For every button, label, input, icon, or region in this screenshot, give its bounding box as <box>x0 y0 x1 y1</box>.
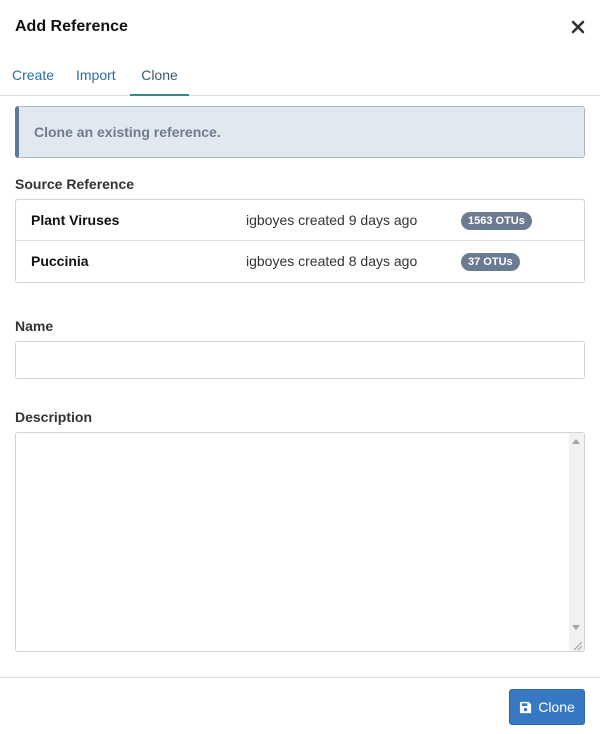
add-reference-modal: Add Reference Create Import Clone Clone … <box>0 0 600 734</box>
tab-create[interactable]: Create <box>12 56 54 96</box>
scroll-up-arrow-icon[interactable] <box>572 439 580 444</box>
clone-button-label: Clone <box>538 699 575 715</box>
modal-header: Add Reference <box>0 0 600 56</box>
reference-item-puccinia[interactable]: Puccinia igboyes created 8 days ago 37 O… <box>16 241 584 282</box>
modal-title: Add Reference <box>15 18 128 35</box>
otu-count-badge: 1563 OTUs <box>461 212 532 230</box>
reference-meta: igboyes created 8 days ago <box>246 253 418 269</box>
tab-clone[interactable]: Clone <box>130 56 189 96</box>
reference-meta: igboyes created 9 days ago <box>246 212 418 228</box>
description-textarea[interactable] <box>16 433 569 651</box>
otu-count-badge: 37 OTUs <box>461 253 520 271</box>
tab-import[interactable]: Import <box>76 56 116 96</box>
name-label: Name <box>15 318 54 334</box>
scroll-down-arrow-icon[interactable] <box>572 625 580 630</box>
modal-footer: Clone <box>0 677 600 734</box>
reference-item-plant-viruses[interactable]: Plant Viruses igboyes created 9 days ago… <box>16 200 584 241</box>
info-alert: Clone an existing reference. <box>15 106 585 158</box>
close-icon[interactable] <box>570 19 586 35</box>
description-label: Description <box>15 409 93 425</box>
name-input[interactable] <box>15 341 585 379</box>
tab-bar: Create Import Clone <box>0 56 600 96</box>
source-reference-label: Source Reference <box>15 176 135 192</box>
save-icon <box>520 701 532 713</box>
scrollbar[interactable] <box>569 433 584 651</box>
resize-grip-icon[interactable] <box>571 638 583 651</box>
reference-name: Plant Viruses <box>31 212 120 228</box>
description-field <box>15 432 585 652</box>
reference-name: Puccinia <box>31 253 89 269</box>
source-reference-list: Plant Viruses igboyes created 9 days ago… <box>15 199 585 283</box>
clone-button[interactable]: Clone <box>509 689 585 725</box>
